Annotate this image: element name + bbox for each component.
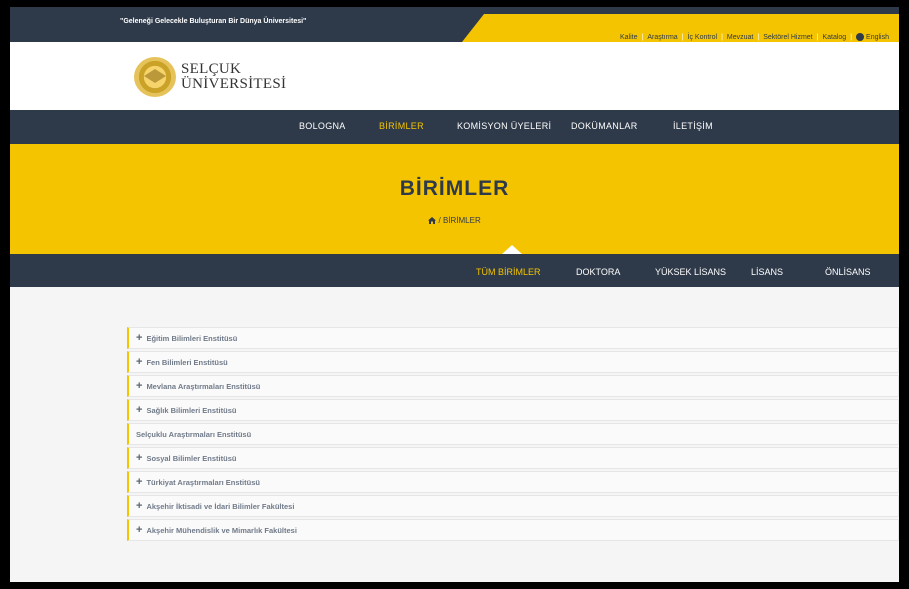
accordion-item-label: Türkiyat Araştırmaları Enstitüsü <box>146 477 260 487</box>
accordion-item-label: Sosyal Bilimler Enstitüsü <box>146 453 237 463</box>
breadcrumb-current: / BİRİMLER <box>438 216 481 225</box>
plus-icon: + <box>136 451 143 464</box>
language-link[interactable]: English <box>856 33 889 41</box>
plus-icon: + <box>136 523 143 536</box>
accordion-item-label: Akşehir Mühendislik ve Mimarlık Fakültes… <box>146 525 297 535</box>
nav-item-bologna[interactable]: BOLOGNA <box>299 121 346 131</box>
accordion-item[interactable]: + Akşehir Mühendislik ve Mimarlık Fakülte… <box>127 519 899 541</box>
accordion-item-label: Mevlana Araştırmaları Enstitüsü <box>146 381 261 391</box>
nav-item-iletisim[interactable]: İLETİŞİM <box>673 121 713 131</box>
breadcrumb: / BİRİMLER <box>10 216 899 225</box>
top-link-mevzuat[interactable]: Mevzuat <box>727 34 753 41</box>
home-icon[interactable] <box>428 217 437 224</box>
top-bar: "Geleneği Gelecekle Buluşturan Bir Dünya… <box>10 7 899 42</box>
accordion-item-label: Sağlık Bilimleri Enstitüsü <box>146 405 237 415</box>
globe-icon <box>856 33 865 41</box>
main-nav: BOLOGNA BİRİMLER KOMİSYON ÜYELERİ DOKÜMA… <box>10 110 899 144</box>
university-name[interactable]: SELÇUK ÜNİVERSİTESİ <box>181 62 286 92</box>
accordion-item[interactable]: + Sosyal Bilimler Enstitüsü <box>127 447 899 469</box>
active-tab-indicator <box>502 245 522 254</box>
plus-icon: + <box>136 403 143 416</box>
site-header: SELÇUK ÜNİVERSİTESİ <box>10 42 899 110</box>
accordion-item[interactable]: + Akşehir İktisadi ve İdari Bilimler Fakü… <box>127 495 899 517</box>
top-link-ic-kontrol[interactable]: İç Kontrol <box>688 34 718 41</box>
accordion-item[interactable]: Selçuklu Araştırmaları Enstitüsü <box>127 423 899 445</box>
university-logo-icon[interactable] <box>134 57 176 97</box>
plus-icon: + <box>136 331 143 344</box>
nav-item-komisyon-uyeleri[interactable]: KOMİSYON ÜYELERİ <box>457 121 551 131</box>
plus-icon: + <box>136 475 143 488</box>
top-link-kalite[interactable]: Kalite <box>620 34 638 41</box>
top-link-sektorel-hizmet[interactable]: Sektörel Hizmet <box>763 34 812 41</box>
accordion-item[interactable]: + Mevlana Araştırmaları Enstitüsü <box>127 375 899 397</box>
top-link-arastirma[interactable]: Araştırma <box>647 34 677 41</box>
university-name-line2: ÜNİVERSİTESİ <box>181 76 287 92</box>
sub-nav: TÜM BİRİMLER DOKTORA YÜKSEK LİSANS LİSAN… <box>10 245 899 287</box>
tab-lisans[interactable]: LİSANS <box>751 267 783 277</box>
slogan: "Geleneği Gelecekle Buluşturan Bir Dünya… <box>120 18 307 25</box>
accordion-item[interactable]: + Türkiyat Araştırmaları Enstitüsü <box>127 471 899 493</box>
page-title: BİRİMLER <box>399 177 510 200</box>
plus-icon: + <box>136 355 143 368</box>
accordion-item[interactable]: + Eğitim Bilimleri Enstitüsü <box>127 327 899 349</box>
browser-frame: "Geleneği Gelecekle Buluşturan Bir Dünya… <box>10 7 899 582</box>
accordion-item-label: Eğitim Bilimleri Enstitüsü <box>146 333 238 343</box>
tab-doktora[interactable]: DOKTORA <box>576 267 620 277</box>
page-banner: BİRİMLER / BİRİMLER <box>10 144 899 254</box>
top-link-katalog[interactable]: Katalog <box>822 34 846 41</box>
nav-item-dokumanlar[interactable]: DOKÜMANLAR <box>571 121 638 131</box>
accordion-item-label: Fen Bilimleri Enstitüsü <box>146 357 228 367</box>
top-links: Kalite | Araştırma | İç Kontrol | Mevzuat | … <box>620 33 889 41</box>
accordion-item[interactable]: + Sağlık Bilimleri Enstitüsü <box>127 399 899 421</box>
accordion-item-label: Selçuklu Araştırmaları Enstitüsü <box>136 429 252 439</box>
tab-tum-birimler[interactable]: TÜM BİRİMLER <box>476 267 541 277</box>
accordion-item-label: Akşehir İktisadi ve İdari Bilimler Fakül… <box>146 501 295 511</box>
tab-onlisans[interactable]: ÖNLİSANS <box>825 267 871 277</box>
tab-yuksek-lisans[interactable]: YÜKSEK LİSANS <box>655 267 726 277</box>
language-label: English <box>866 33 889 41</box>
plus-icon: + <box>136 379 143 392</box>
nav-item-birimler[interactable]: BİRİMLER <box>379 121 424 131</box>
units-accordion: + Eğitim Bilimleri Enstitüsü + Fen Bilimle… <box>127 327 899 543</box>
plus-icon: + <box>136 499 143 512</box>
university-name-line1: SELÇUK <box>181 61 242 77</box>
accordion-item[interactable]: + Fen Bilimleri Enstitüsü <box>127 351 899 373</box>
